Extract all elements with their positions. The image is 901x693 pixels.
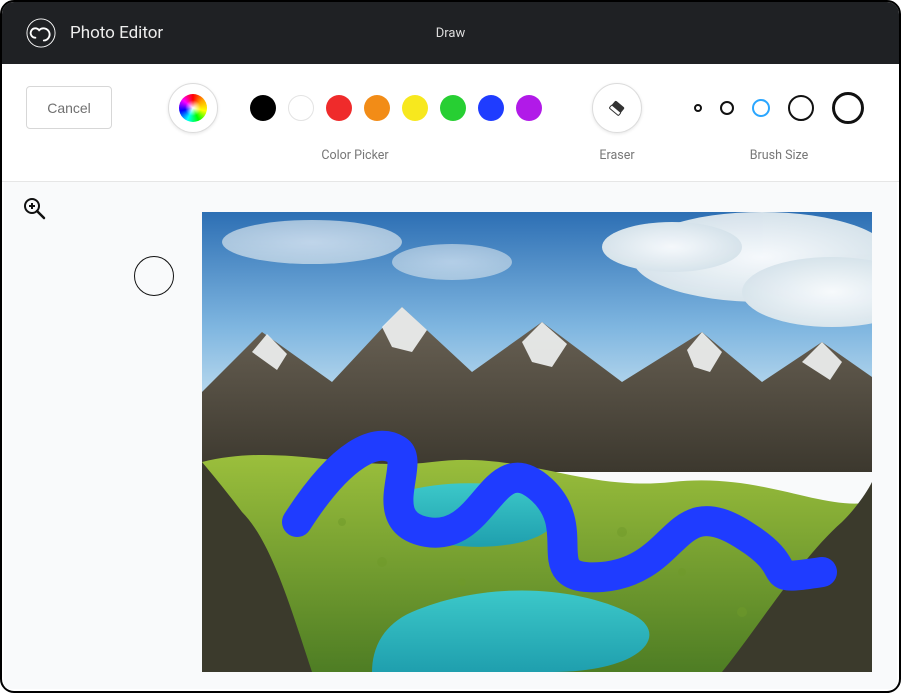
cancel-button[interactable]: Cancel [26,86,112,129]
eraser-label: Eraser [599,148,634,163]
swatch-orange[interactable] [364,95,390,121]
brush-cursor-indicator [134,256,174,296]
title-bar: Photo Editor Draw [2,2,899,64]
eraser-icon [605,96,629,120]
brush-size-1[interactable] [694,104,702,112]
toolbar: Cancel Color Picker [2,64,899,182]
swatch-black[interactable] [250,95,276,121]
brush-size-label: Brush Size [750,148,809,163]
color-wheel-icon [179,94,207,122]
swatch-red[interactable] [326,95,352,121]
color-swatches [250,95,542,121]
brush-size-4[interactable] [788,95,814,121]
eraser-group: Eraser [592,82,642,163]
canvas-area[interactable] [4,182,897,689]
eraser-button[interactable] [592,83,642,133]
mode-label: Draw [436,26,466,41]
swatch-green[interactable] [440,95,466,121]
creative-cloud-icon [26,18,56,48]
photo-canvas[interactable] [202,212,872,672]
app-title: Photo Editor [70,23,163,43]
color-picker-label: Color Picker [321,148,388,163]
swatch-purple[interactable] [516,95,542,121]
brush-size-group: Brush Size [694,82,864,163]
swatch-blue[interactable] [478,95,504,121]
brand: Photo Editor [26,18,163,48]
swatch-yellow[interactable] [402,95,428,121]
color-picker-group: Color Picker [168,82,542,163]
brush-size-2[interactable] [720,101,734,115]
swatch-white[interactable] [288,95,314,121]
zoom-in-icon[interactable] [22,196,46,220]
brush-size-5[interactable] [832,92,864,124]
color-picker-button[interactable] [168,83,218,133]
app-window: Photo Editor Draw Cancel [0,0,901,693]
brush-size-3[interactable] [752,99,770,117]
